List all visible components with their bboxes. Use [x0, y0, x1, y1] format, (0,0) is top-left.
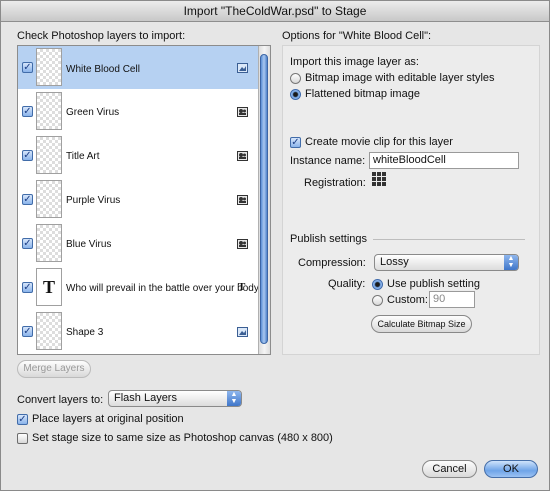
custom-quality-radio[interactable]: [372, 295, 383, 306]
instance-name-label: Instance name:: [290, 155, 366, 167]
select-arrows-icon: ▲ ▼: [227, 391, 241, 406]
select-arrows-icon: ▲ ▼: [504, 255, 518, 270]
custom-quality-label: Custom:: [387, 294, 428, 306]
layer-thumbnail: [36, 312, 62, 350]
compression-label: Compression:: [298, 257, 366, 269]
layer-name: White Blood Cell: [66, 64, 140, 75]
merge-layers-button[interactable]: Merge Layers: [17, 360, 91, 378]
instance-name-input[interactable]: whiteBloodCell: [369, 152, 519, 169]
cancel-button[interactable]: Cancel: [422, 460, 477, 478]
quality-label: Quality:: [328, 278, 366, 290]
layer-checkbox[interactable]: ✓: [22, 106, 33, 117]
layer-row[interactable]: ✓ Shape 3: [18, 310, 258, 353]
layers-list[interactable]: ✓ White Blood Cell ✓ Green Virus ✓ Title…: [17, 45, 271, 355]
compression-select[interactable]: Lossy ▲ ▼: [374, 254, 519, 271]
flattened-bitmap-label: Flattened bitmap image: [305, 88, 420, 100]
create-movie-clip-label: Create movie clip for this layer: [305, 136, 453, 148]
import-dialog: Import "TheColdWar.psd" to Stage Check P…: [0, 0, 550, 491]
scrollbar-thumb[interactable]: [260, 54, 268, 344]
import-as-label: Import this image layer as:: [290, 56, 419, 68]
layer-checkbox[interactable]: ✓: [22, 150, 33, 161]
bitmap-icon: [237, 63, 248, 73]
divider: [373, 239, 525, 240]
create-movie-clip-checkbox[interactable]: ✓: [290, 137, 301, 148]
layer-thumbnail: [36, 224, 62, 262]
text-icon: T: [238, 281, 246, 293]
bitmap-icon: [237, 327, 248, 337]
flattened-bitmap-radio[interactable]: [290, 89, 301, 100]
layer-row[interactable]: ✓ Title Art: [18, 134, 258, 177]
convert-layers-label: Convert layers to:: [17, 394, 104, 406]
layer-thumbnail: [36, 136, 62, 174]
publish-settings-heading: Publish settings: [290, 233, 368, 245]
layer-row[interactable]: ✓ T Who will prevail in the battle over …: [18, 266, 259, 309]
dialog-title: Import "TheColdWar.psd" to Stage: [1, 1, 549, 22]
text-layer-thumbnail: T: [36, 268, 62, 306]
layer-thumbnail: [36, 48, 62, 86]
layer-checkbox[interactable]: ✓: [22, 326, 33, 337]
movie-clip-icon: [237, 151, 248, 161]
layer-thumbnail: [36, 92, 62, 130]
bitmap-editable-label: Bitmap image with editable layer styles: [305, 72, 495, 84]
ok-button[interactable]: OK: [484, 460, 538, 478]
use-publish-setting-radio[interactable]: [372, 279, 383, 290]
movie-clip-icon: [237, 239, 248, 249]
layers-scrollbar[interactable]: [258, 46, 270, 354]
movie-clip-icon: [237, 107, 248, 117]
layer-name: Title Art: [66, 151, 100, 162]
layer-name: Green Virus: [66, 107, 120, 118]
layer-name: Blue Virus: [66, 239, 112, 250]
layer-name: Who will prevail in the battle over your…: [66, 283, 259, 294]
registration-grid-icon[interactable]: [372, 172, 386, 186]
convert-layers-select[interactable]: Flash Layers ▲ ▼: [108, 390, 242, 407]
movie-clip-icon: [237, 195, 248, 205]
layer-name: Purple Virus: [66, 195, 121, 206]
layer-checkbox[interactable]: ✓: [22, 194, 33, 205]
layer-thumbnail: [36, 180, 62, 218]
calculate-bitmap-size-button[interactable]: Calculate Bitmap Size: [371, 315, 472, 333]
registration-label: Registration:: [304, 177, 366, 189]
set-stage-size-label: Set stage size to same size as Photoshop…: [32, 432, 333, 444]
bitmap-editable-radio[interactable]: [290, 73, 301, 84]
place-original-position-checkbox[interactable]: ✓: [17, 414, 28, 425]
convert-layers-value: Flash Layers: [114, 392, 177, 404]
layer-row[interactable]: ✓ Purple Virus: [18, 178, 258, 221]
place-original-position-label: Place layers at original position: [32, 413, 184, 425]
custom-quality-input[interactable]: 90: [429, 291, 475, 308]
layer-row[interactable]: ✓ Green Virus: [18, 90, 258, 133]
layer-checkbox[interactable]: ✓: [22, 238, 33, 249]
layer-row[interactable]: ✓ Blue Virus: [18, 222, 258, 265]
layer-checkbox[interactable]: ✓: [22, 282, 33, 293]
layer-name: Shape 3: [66, 327, 104, 338]
use-publish-setting-label: Use publish setting: [387, 278, 480, 290]
options-heading: Options for "White Blood Cell":: [282, 30, 432, 42]
layer-checkbox[interactable]: ✓: [22, 62, 33, 73]
layer-row[interactable]: ✓ White Blood Cell: [18, 46, 258, 89]
layers-heading: Check Photoshop layers to import:: [17, 30, 186, 42]
compression-value: Lossy: [380, 256, 409, 268]
set-stage-size-checkbox[interactable]: [17, 433, 28, 444]
